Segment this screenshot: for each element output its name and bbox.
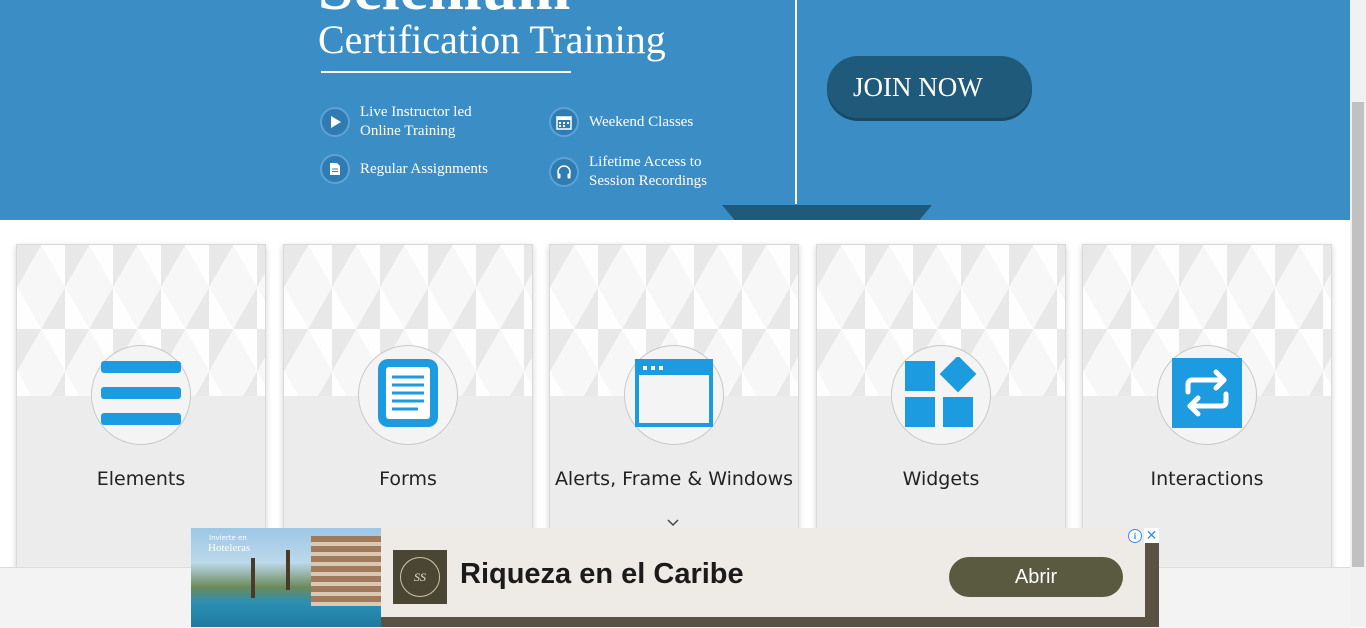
feature-weekend-classes: Weekend Classes	[549, 107, 739, 137]
ad-resort-photo[interactable]: Invierte en Hoteleras	[191, 528, 381, 627]
card-label: Interactions	[1150, 468, 1264, 490]
banner-subtitle: Certification Training	[318, 17, 666, 62]
feature-recordings: Lifetime Access to Session Recordings	[549, 153, 739, 191]
banner-divider	[795, 0, 797, 204]
play-icon	[320, 107, 350, 137]
certification-banner: Selenium Certification Training Live Ins…	[0, 0, 1350, 220]
ad-building	[311, 536, 381, 606]
browser-window-icon	[635, 359, 713, 431]
feature-text: Weekend Classes	[589, 113, 694, 130]
ad-logo-mark: SS	[400, 557, 440, 597]
card-icon-circle	[624, 345, 724, 445]
card-label: Widgets	[902, 468, 980, 490]
calendar-icon	[549, 107, 579, 137]
card-icon-circle	[1157, 345, 1257, 445]
join-now-button[interactable]: JOIN NOW	[827, 56, 1032, 118]
card-icon-circle	[358, 345, 458, 445]
ad-palm	[286, 550, 290, 590]
ad-headline[interactable]: Riqueza en el Caribe	[460, 558, 744, 591]
ad-logo: SS	[393, 550, 447, 604]
ad-open-button[interactable]: Abrir	[949, 557, 1123, 597]
card-icon-circle	[91, 345, 191, 445]
feature-live-training: Live Instructor led Online Training	[320, 103, 510, 141]
advertisement-banner[interactable]: Invierte en Hoteleras SS Riqueza en el C…	[191, 528, 1159, 627]
card-label: Elements	[96, 468, 186, 490]
ad-close-icon[interactable]: ✕	[1144, 528, 1159, 543]
banner-tab-decoration	[722, 205, 932, 220]
feature-text: Live Instructor led Online Training	[360, 104, 472, 139]
document-icon	[320, 154, 350, 184]
feature-assignments: Regular Assignments	[320, 154, 510, 184]
card-label: Alerts, Frame & Windows	[554, 468, 794, 490]
card-icon-circle	[891, 345, 991, 445]
ad-panel[interactable]: SS Riqueza en el Caribe Abrir	[381, 528, 1145, 617]
title-underline	[321, 71, 571, 73]
ad-photo-brand: Hoteleras	[208, 542, 251, 554]
ad-info-icon[interactable]: i	[1128, 529, 1142, 543]
headphones-icon	[549, 157, 579, 187]
feature-text: Lifetime Access to Session Recordings	[589, 154, 707, 189]
scrollbar-thumb[interactable]	[1352, 102, 1364, 567]
form-document-icon	[378, 359, 438, 431]
feature-text: Regular Assignments	[360, 160, 488, 177]
swap-arrows-icon	[1172, 358, 1242, 432]
hamburger-list-icon	[101, 359, 181, 431]
card-label: Forms	[379, 468, 437, 490]
ad-palm	[251, 558, 255, 598]
widgets-blocks-icon	[905, 355, 977, 433]
